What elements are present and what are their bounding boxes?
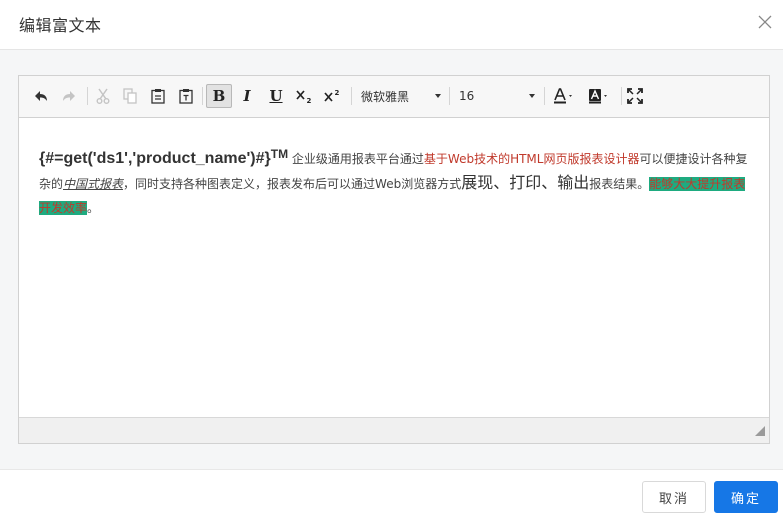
subscript-icon[interactable]: 2 [291, 84, 317, 108]
bold-icon[interactable]: B [206, 84, 232, 108]
expression-text: {#=get('ds1','product_name')#} [39, 150, 271, 167]
ok-button[interactable]: 确定 [714, 481, 778, 513]
toolbar-separator [544, 87, 545, 105]
svg-text:2: 2 [335, 89, 340, 97]
font-family-select[interactable]: 微软雅黑 [361, 84, 443, 108]
paste-text-icon[interactable] [173, 84, 199, 108]
svg-text:2: 2 [307, 97, 312, 104]
cancel-button[interactable]: 取消 [642, 481, 706, 513]
toolbar-separator [202, 87, 203, 105]
font-size-select[interactable]: 16 [459, 84, 537, 108]
resize-handle-icon[interactable] [755, 421, 765, 440]
editor-toolbar: B I U 2 2 微软雅黑 16 [19, 76, 769, 118]
font-size-value: 16 [459, 89, 475, 103]
content-text: ，同时支持各种图表定义，报表发布后可以通过Web浏览器方式 [123, 177, 462, 191]
bold-label: B [212, 87, 226, 105]
underline-label: U [269, 87, 283, 105]
italic-label: I [243, 87, 251, 105]
close-icon[interactable] [758, 14, 772, 29]
trademark-text: TM [270, 147, 289, 161]
editor-statusbar [19, 417, 769, 443]
copy-icon[interactable] [117, 84, 143, 108]
paste-icon[interactable] [145, 84, 171, 108]
dialog-title: 编辑富文本 [19, 16, 102, 35]
fullscreen-icon[interactable] [622, 84, 648, 108]
content-text: 企业级通用报表平台通过 [291, 152, 424, 166]
editor-content[interactable]: {#=get('ds1','product_name')#}TM 企业级通用报表… [19, 118, 769, 417]
superscript-icon[interactable]: 2 [319, 84, 345, 108]
underline-icon[interactable]: U [263, 84, 289, 108]
toolbar-separator [449, 87, 450, 105]
content-text: 。 [87, 201, 100, 215]
red-text: 基于Web技术的HTML网页版报表设计器 [423, 152, 640, 166]
dialog-footer: 取消 确定 [0, 469, 783, 518]
chevron-down-icon [435, 94, 441, 98]
font-family-value: 微软雅黑 [361, 89, 410, 104]
toolbar-separator [87, 87, 88, 105]
undo-icon[interactable] [28, 84, 54, 108]
redo-icon[interactable] [56, 84, 82, 108]
toolbar-separator [351, 87, 352, 105]
large-text: 展现、打印、输出 [461, 173, 590, 192]
italic-underline-text: 中国式报表 [63, 177, 124, 191]
font-color-icon[interactable] [549, 84, 581, 108]
dialog-header: 编辑富文本 [0, 0, 783, 50]
chevron-down-icon [529, 94, 535, 98]
italic-icon[interactable]: I [234, 84, 260, 108]
content-text: 报表结果。 [589, 177, 650, 191]
background-color-icon[interactable] [584, 84, 616, 108]
cut-icon[interactable] [90, 84, 116, 108]
rich-text-editor: B I U 2 2 微软雅黑 16 {#=get('ds1','product_… [18, 75, 770, 444]
